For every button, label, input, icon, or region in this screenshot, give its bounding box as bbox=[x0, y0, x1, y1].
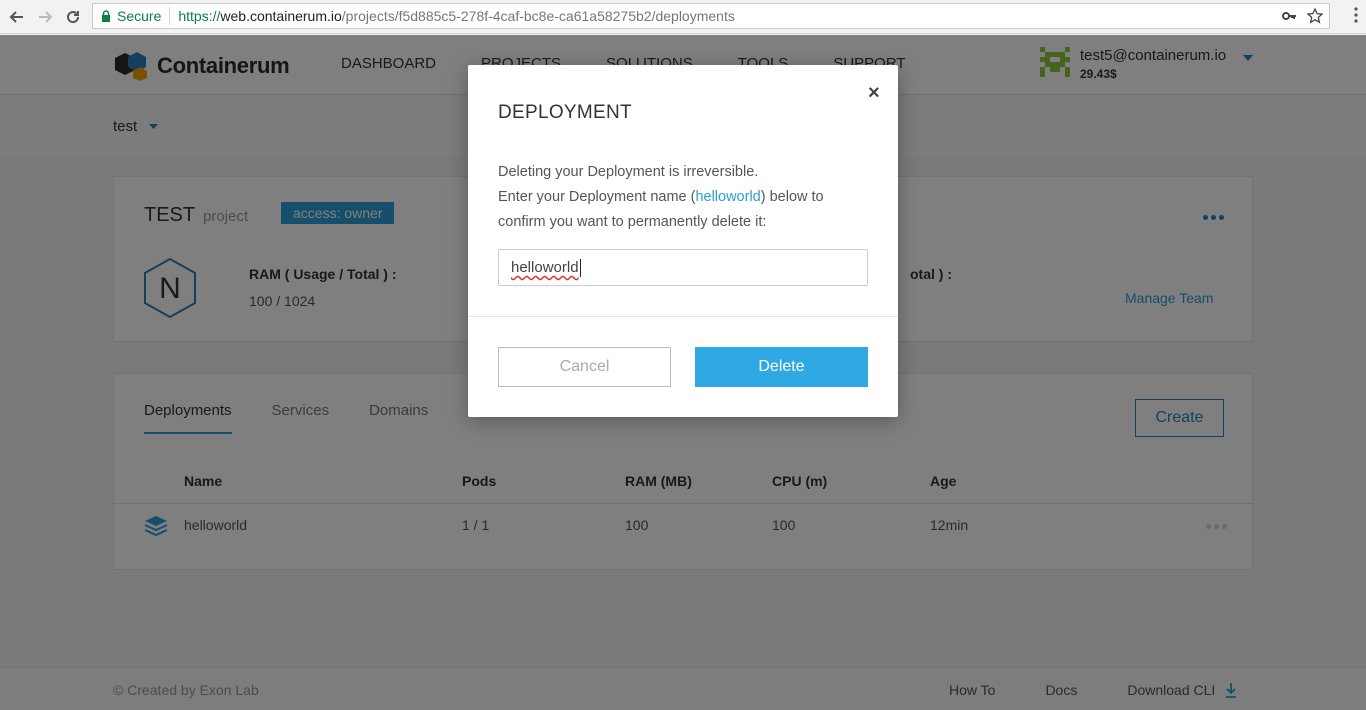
address-bar[interactable]: Secure https://web.containerum.io/projec… bbox=[92, 3, 1330, 29]
url-scheme: https:// bbox=[178, 8, 221, 24]
reload-icon[interactable] bbox=[62, 6, 84, 28]
dialog-title: DEPLOYMENT bbox=[498, 102, 632, 123]
browser-toolbar: Secure https://web.containerum.io/projec… bbox=[0, 0, 1366, 34]
confirm-name-input[interactable]: helloworld bbox=[498, 249, 868, 286]
cancel-button[interactable]: Cancel bbox=[498, 347, 671, 387]
secure-label: Secure bbox=[117, 8, 162, 24]
confirm-name-value: helloworld bbox=[511, 259, 579, 276]
url-path: /projects/f5d885c5-278f-4caf-bc8e-ca61a5… bbox=[341, 8, 735, 24]
deployment-name-highlight: helloworld bbox=[695, 189, 761, 205]
url-text: https://web.containerum.io/projects/f5d8… bbox=[170, 8, 734, 24]
dialog-divider bbox=[468, 316, 898, 317]
dialog-warning: Deleting your Deployment is irreversible… bbox=[498, 164, 759, 180]
kebab-menu-icon[interactable] bbox=[1354, 7, 1358, 28]
instruction-prefix: Enter your Deployment name ( bbox=[498, 189, 696, 205]
forward-arrow-icon[interactable] bbox=[34, 6, 56, 28]
close-icon[interactable]: × bbox=[868, 83, 880, 103]
url-host: web.containerum.io bbox=[220, 8, 342, 24]
text-caret bbox=[579, 258, 581, 277]
star-icon[interactable] bbox=[1307, 8, 1323, 24]
delete-deployment-dialog: DEPLOYMENT × Deleting your Deployment is… bbox=[468, 65, 898, 417]
secure-indicator[interactable]: Secure bbox=[101, 7, 171, 25]
key-icon[interactable] bbox=[1281, 8, 1297, 24]
dialog-instruction: Enter your Deployment name (helloworld) … bbox=[498, 185, 868, 235]
dialog-message: Deleting your Deployment is irreversible… bbox=[498, 160, 868, 235]
lock-icon bbox=[102, 10, 110, 22]
delete-button[interactable]: Delete bbox=[695, 347, 868, 387]
back-arrow-icon[interactable] bbox=[6, 6, 28, 28]
